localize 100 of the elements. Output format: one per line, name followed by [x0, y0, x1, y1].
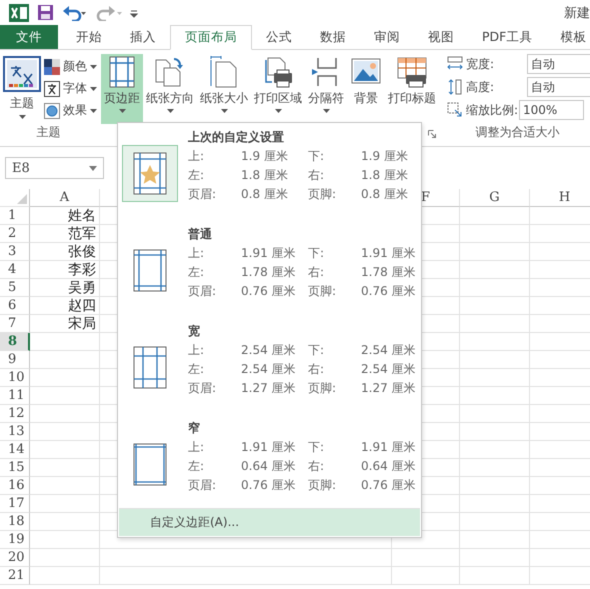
table-cell: [460, 351, 530, 369]
column-header[interactable]: A: [30, 189, 100, 207]
table-cell: [392, 567, 460, 585]
column-header[interactable]: H: [530, 189, 590, 207]
table-cell: [460, 369, 530, 387]
row-header[interactable]: 6: [0, 297, 30, 315]
margin-label: 上:: [188, 342, 206, 359]
ribbon-tab[interactable]: 审阅: [360, 25, 414, 49]
row-header[interactable]: 8: [0, 333, 30, 351]
paper-size-button[interactable]: 纸张大小: [197, 54, 251, 124]
ribbon-tab[interactable]: 文件: [0, 25, 58, 49]
margin-label: 页脚:: [308, 380, 338, 397]
preset-title: 宽: [188, 323, 201, 340]
ribbon-tab[interactable]: 页面布局: [170, 25, 252, 50]
fonts-button[interactable]: 字体: [44, 80, 97, 97]
table-cell: 范军: [30, 225, 100, 243]
row-header[interactable]: 20: [0, 549, 30, 567]
undo-icon[interactable]: [62, 4, 88, 20]
row-header[interactable]: 14: [0, 441, 30, 459]
table-cell: [460, 297, 530, 315]
themes-button[interactable]: 主题: [0, 54, 44, 124]
margin-value: 1.27 厘米: [241, 380, 297, 397]
ribbon-tab[interactable]: 开始: [62, 25, 116, 49]
row-header[interactable]: 2: [0, 225, 30, 243]
margin-value: 1.91 厘米: [361, 245, 417, 262]
breaks-button[interactable]: 分隔符: [305, 54, 347, 124]
ribbon-tab[interactable]: 视图: [414, 25, 468, 49]
effects-button[interactable]: 效果: [44, 102, 97, 119]
row-header[interactable]: 5: [0, 279, 30, 297]
height-icon: [447, 79, 463, 95]
input-field[interactable]: 100%: [519, 100, 584, 120]
preset-title: 上次的自定义设置: [188, 129, 285, 146]
custom-margins-menu-item[interactable]: 自定义边距(A)...: [119, 508, 420, 536]
table-cell: [460, 459, 530, 477]
margin-label: 页眉:: [188, 380, 218, 397]
row-header[interactable]: 3: [0, 243, 30, 261]
print-area-button[interactable]: 打印区域: [251, 54, 305, 124]
caret-icon: [90, 86, 97, 90]
row-header[interactable]: 18: [0, 513, 30, 531]
table-cell: 姓名: [30, 207, 100, 225]
table-cell: [460, 261, 530, 279]
dialog-launcher-icon[interactable]: [428, 130, 436, 138]
margins-button[interactable]: 页边距: [101, 54, 143, 124]
table-cell: 吴勇: [30, 279, 100, 297]
page-margins-icon[interactable]: [122, 145, 178, 202]
input-field[interactable]: 自动: [527, 77, 590, 97]
column-header[interactable]: G: [460, 189, 530, 207]
field-label: 高度:: [466, 78, 496, 96]
ribbon-tab[interactable]: 数据: [306, 25, 360, 49]
caret-icon[interactable]: [89, 166, 97, 170]
caret-icon: [90, 108, 97, 112]
table-cell: [460, 513, 530, 531]
margin-label: 左:: [188, 458, 206, 475]
margin-value: 1.27 厘米: [361, 380, 417, 397]
margin-label: 左:: [188, 167, 206, 184]
row-header[interactable]: 13: [0, 423, 30, 441]
themes-icon: [3, 56, 41, 92]
margin-value: 0.64 厘米: [361, 458, 417, 475]
row-header[interactable]: 19: [0, 531, 30, 549]
margin-value: 1.8 厘米: [361, 167, 409, 184]
ribbon-tab[interactable]: PDF工具: [468, 25, 546, 49]
background-button[interactable]: 背景: [347, 54, 385, 124]
orientation-button[interactable]: 纸张方向: [143, 54, 197, 124]
print-titles-button[interactable]: 打印标题: [385, 54, 439, 124]
margin-label: 页眉:: [188, 186, 218, 203]
table-cell: [460, 333, 530, 351]
table-cell: [460, 207, 530, 225]
margin-label: 上:: [188, 148, 206, 165]
margin-label: 下:: [308, 342, 326, 359]
pages-arrow-icon: [154, 56, 186, 88]
margin-label: 下:: [308, 148, 326, 165]
save-icon[interactable]: [37, 4, 54, 21]
row-header[interactable]: 11: [0, 387, 30, 405]
input-field[interactable]: 自动: [527, 54, 590, 74]
colors-button[interactable]: 颜色: [44, 58, 97, 75]
table-cell: [460, 495, 530, 513]
customize-toolbar-icon[interactable]: [130, 8, 138, 18]
preset-title: 窄: [188, 420, 201, 437]
row-header[interactable]: 17: [0, 495, 30, 513]
margin-value: 0.76 厘米: [361, 477, 417, 494]
row-header[interactable]: 4: [0, 261, 30, 279]
row-header[interactable]: 1: [0, 207, 30, 225]
row-header[interactable]: 21: [0, 567, 30, 585]
row-header[interactable]: 10: [0, 369, 30, 387]
row-header[interactable]: 16: [0, 477, 30, 495]
table-cell: [460, 405, 530, 423]
table-cell: [30, 531, 100, 549]
margin-value: 0.76 厘米: [361, 283, 417, 300]
row-header[interactable]: 15: [0, 459, 30, 477]
margin-label: 下:: [308, 245, 326, 262]
ribbon-tab[interactable]: 插入: [116, 25, 170, 49]
table-cell: [460, 441, 530, 459]
margin-value: 1.9 厘米: [361, 148, 409, 165]
row-header[interactable]: 12: [0, 405, 30, 423]
margin-value: 1.78 厘米: [361, 264, 417, 281]
ribbon-tab[interactable]: 公式: [252, 25, 306, 49]
row-header[interactable]: 9: [0, 351, 30, 369]
ribbon-tab[interactable]: 模板: [546, 25, 590, 49]
margin-value: 2.54 厘米: [241, 342, 297, 359]
name-box[interactable]: E8: [5, 157, 104, 179]
